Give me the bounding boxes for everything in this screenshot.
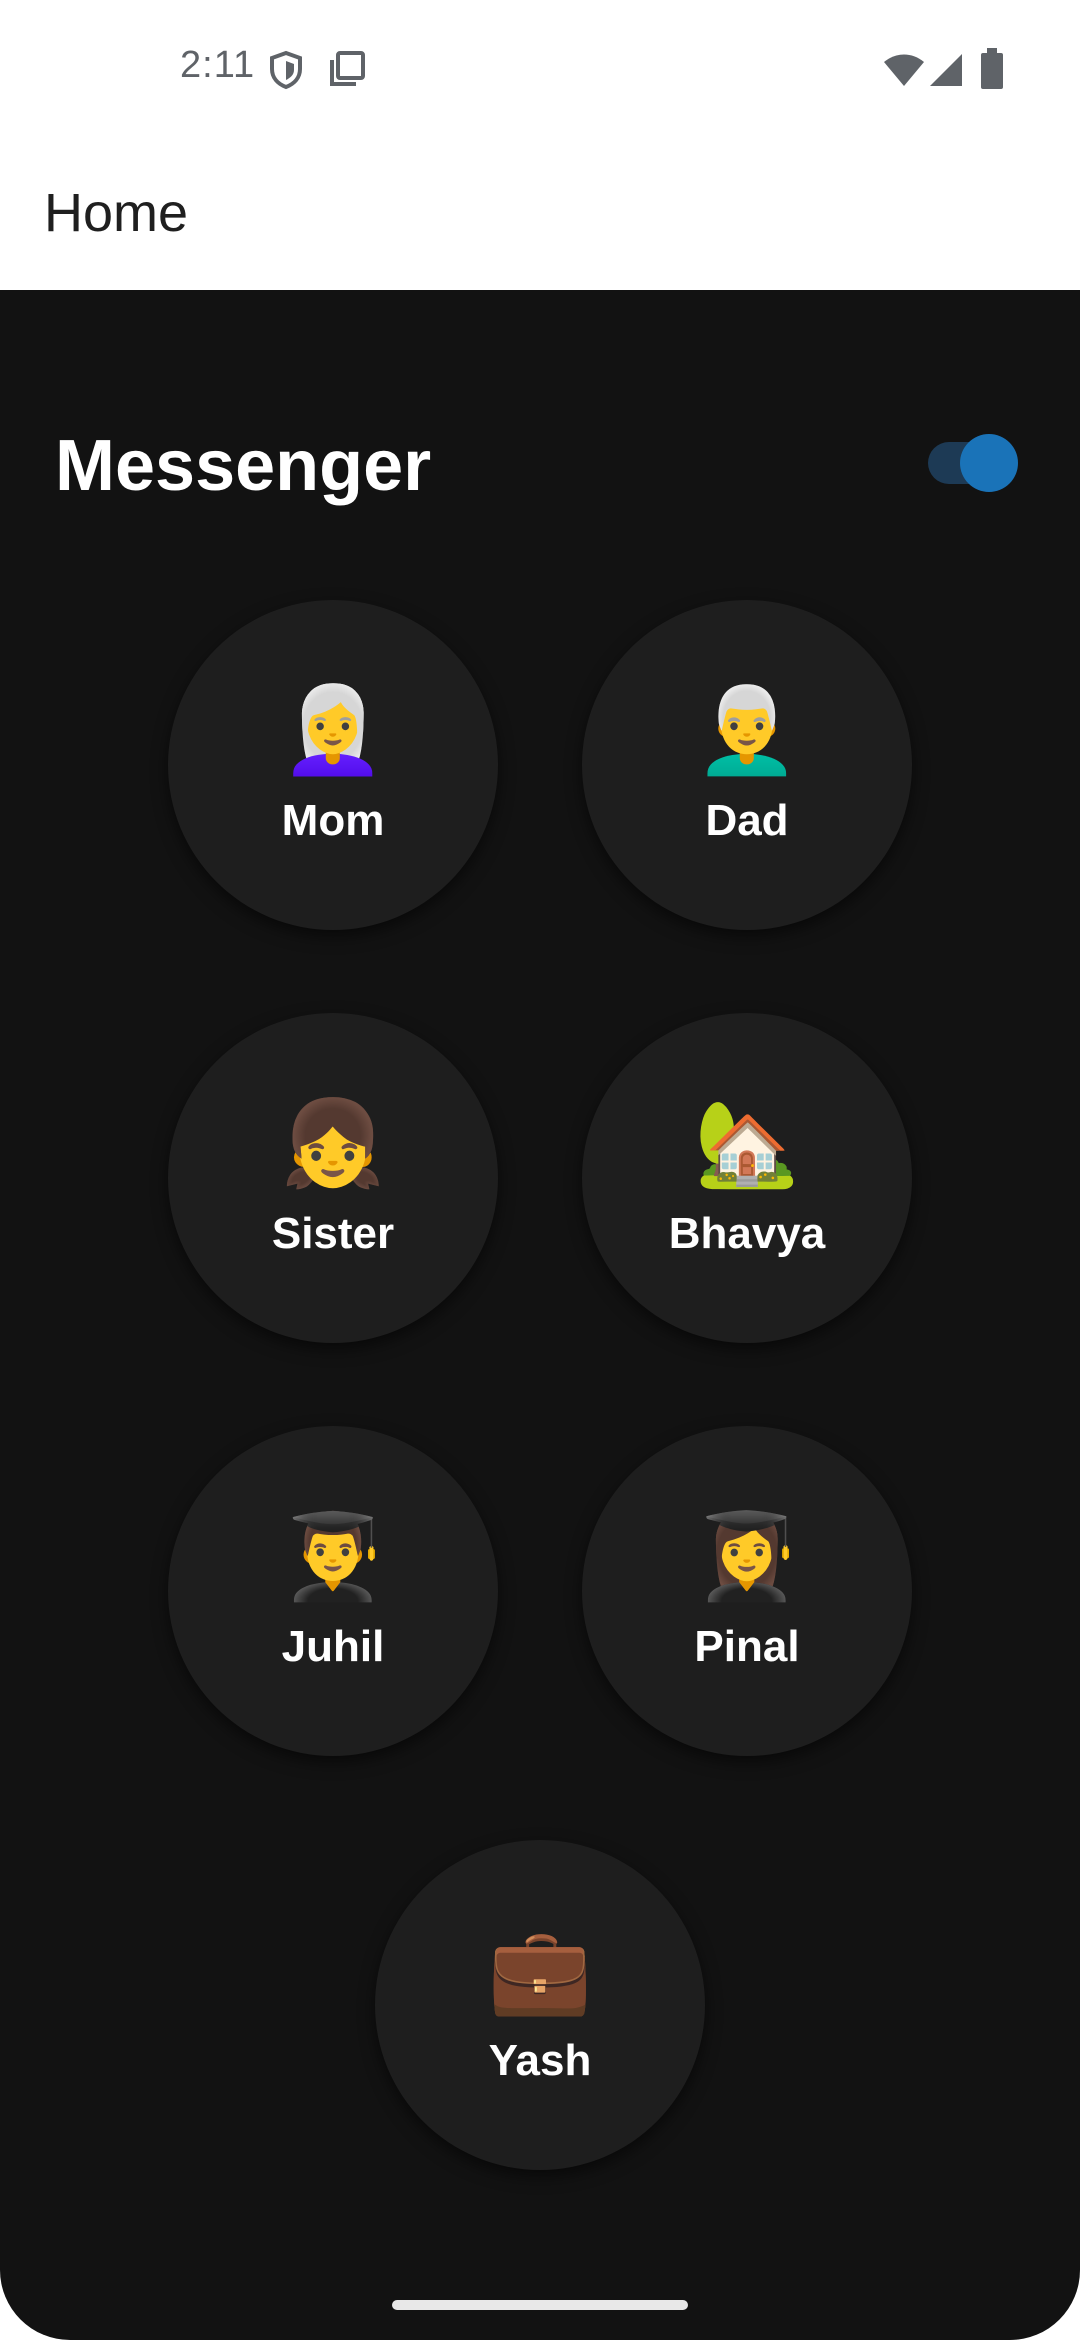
status-time: 2:11 (180, 44, 256, 86)
contact-name: Yash (488, 2036, 592, 2085)
female-student-icon: 👩‍🎓 (694, 1509, 800, 1603)
briefcase-icon: 💼 (487, 1923, 593, 2017)
contact-juhil[interactable]: 👨‍🎓 Juhil (168, 1426, 498, 1756)
contact-yash[interactable]: 💼 Yash (375, 1840, 705, 2170)
contact-name: Juhil (281, 1622, 385, 1671)
app-bar: Home (0, 140, 1080, 290)
male-student-icon: 👨‍🎓 (280, 1509, 386, 1603)
screenshot-icon (330, 51, 365, 86)
page-title: Home (44, 183, 189, 243)
toggle-knob (960, 434, 1018, 492)
contact-dad[interactable]: 👨‍🦳 Dad (582, 600, 912, 930)
contact-mom[interactable]: 👩‍🦳 Mom (168, 600, 498, 930)
status-bar: 2:11 (0, 0, 1080, 140)
messenger-toggle[interactable] (928, 434, 1018, 492)
shield-icon (270, 50, 302, 90)
contact-pinal[interactable]: 👩‍🎓 Pinal (582, 1426, 912, 1756)
messenger-panel: Messenger 👩‍🦳 Mom 👨‍🦳 Dad 👧 Sister 🏡 Bha… (0, 290, 1080, 2340)
home-indicator[interactable] (392, 2300, 688, 2310)
grandfather-icon: 👨‍🦳 (694, 683, 800, 777)
contact-sister[interactable]: 👧 Sister (168, 1013, 498, 1343)
wifi-icon (884, 54, 924, 86)
contact-name: Sister (271, 1209, 395, 1258)
contact-name: Pinal (694, 1622, 800, 1671)
section-title: Messenger (55, 426, 432, 506)
grandmother-icon: 👩‍🦳 (280, 683, 386, 777)
battery-icon (981, 48, 1003, 89)
contact-name: Dad (705, 796, 789, 845)
signal-icon (930, 54, 962, 86)
contact-name: Bhavya (668, 1209, 826, 1258)
girl-icon: 👧 (280, 1096, 386, 1190)
contact-bhavya[interactable]: 🏡 Bhavya (582, 1013, 912, 1343)
house-icon: 🏡 (694, 1096, 800, 1190)
contact-name: Mom (281, 796, 385, 845)
